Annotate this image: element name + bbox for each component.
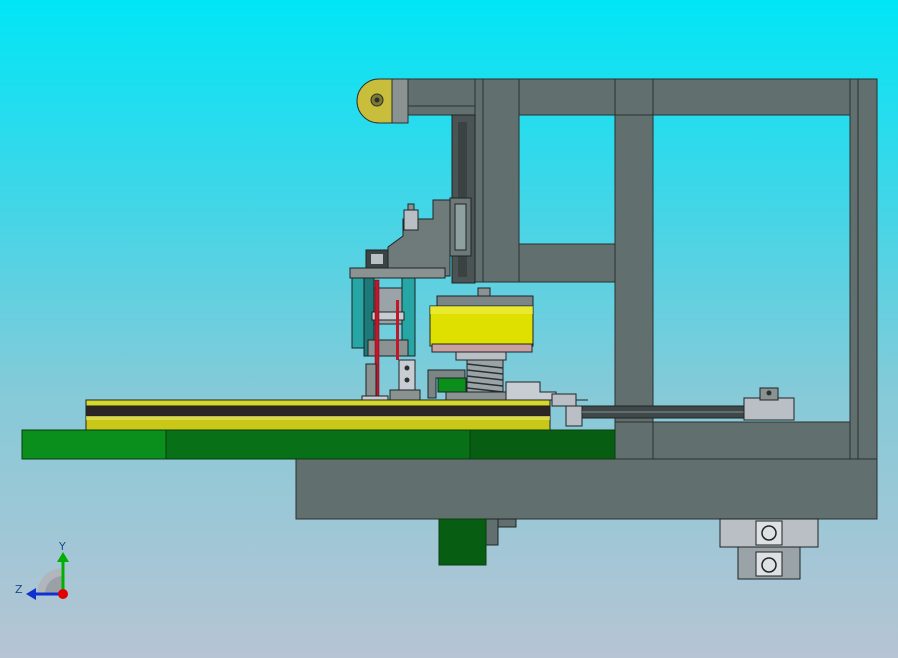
middle-post[interactable]	[614, 78, 654, 460]
spring-coil[interactable]	[466, 359, 504, 395]
horizontal-rail[interactable]	[581, 387, 795, 421]
left-column[interactable]	[474, 78, 520, 283]
cross-brace[interactable]	[518, 243, 616, 283]
carriage-head[interactable]	[349, 199, 451, 279]
lower-right-beam[interactable]	[652, 421, 851, 460]
machine-assembly-model[interactable]: Y Z	[0, 0, 898, 658]
z-axis-label: Z	[15, 583, 23, 596]
motor-drum[interactable]	[429, 287, 534, 361]
cad-viewport[interactable]: Y Z	[0, 0, 898, 658]
x-axis-dot-icon	[58, 589, 68, 599]
linear-guide[interactable]	[449, 114, 476, 284]
right-post[interactable]	[849, 78, 878, 520]
green-foot[interactable]	[438, 518, 517, 566]
y-axis-label: Y	[58, 540, 66, 553]
green-base-plate[interactable]	[21, 429, 616, 460]
base-block[interactable]	[295, 458, 878, 520]
z-axis-arrow-icon	[26, 588, 36, 600]
gripper-assembly[interactable]	[351, 277, 421, 403]
pivot-clamp[interactable]	[356, 78, 409, 124]
y-axis-arrow-icon	[57, 552, 69, 562]
rotary-disc[interactable]	[85, 399, 551, 431]
bearing-blocks[interactable]	[719, 518, 819, 580]
axis-triad: Y Z	[15, 540, 69, 600]
